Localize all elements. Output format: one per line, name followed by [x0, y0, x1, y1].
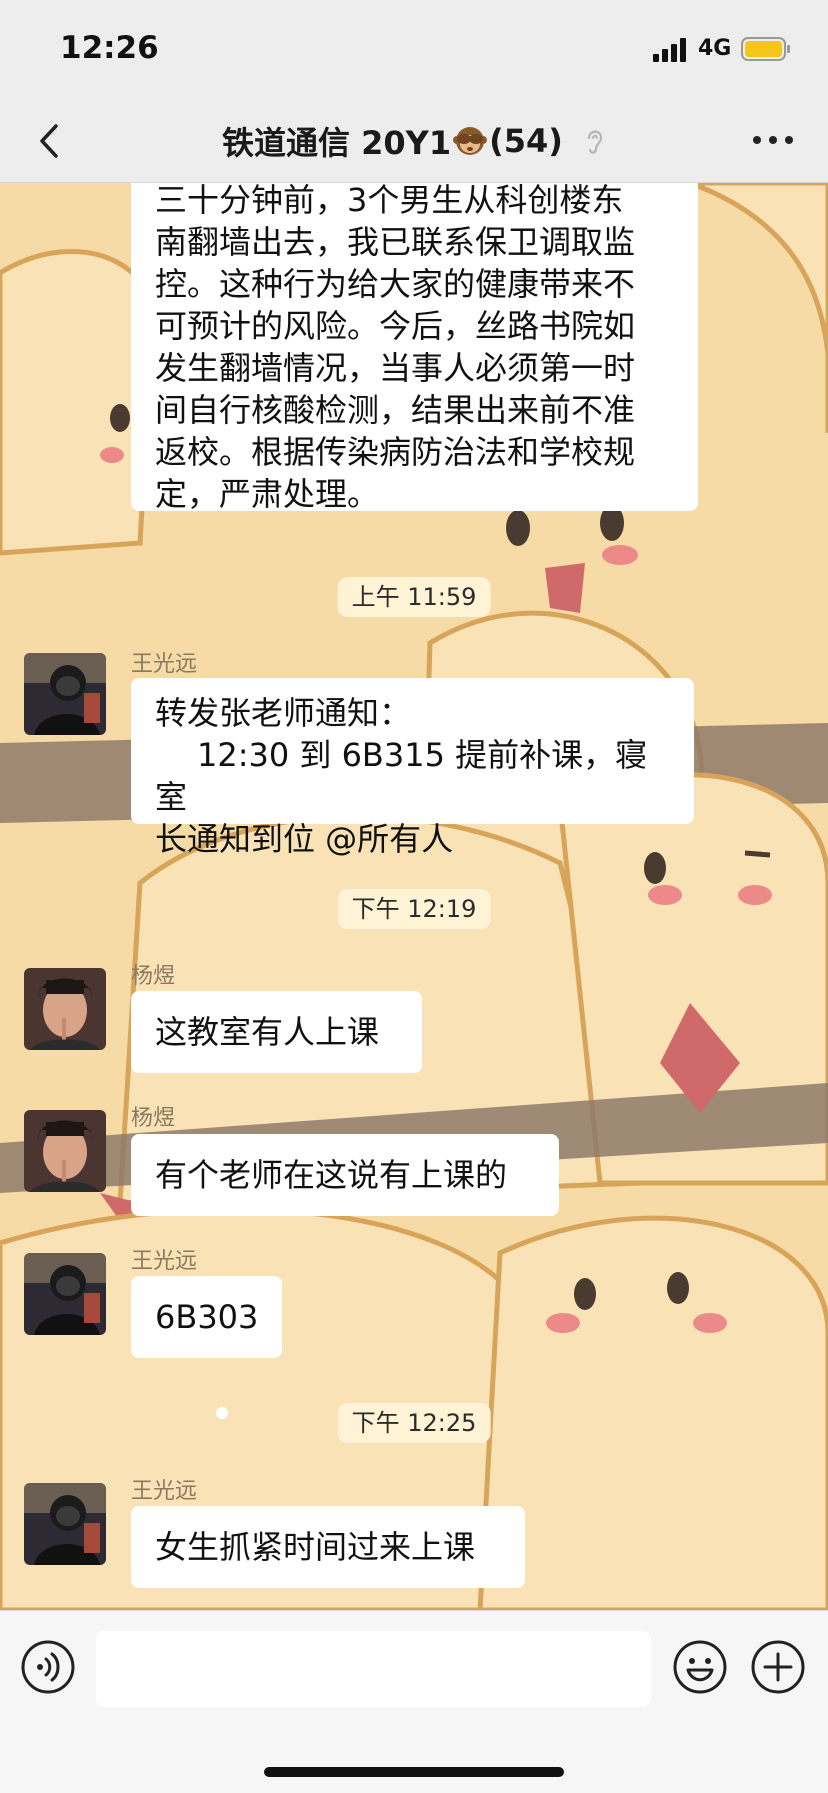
message-bubble[interactable]: 转发张老师通知： 12:30 到 6B315 提前补课，寝室 长通知到位 @所有…	[131, 678, 694, 858]
chat-title: 铁道通信 20Y1 (54)	[0, 118, 828, 164]
avatar[interactable]	[24, 1483, 106, 1565]
message-line: 定，严肃处理。	[155, 475, 380, 513]
message-bubble[interactable]: 有个老师在这说有上课的	[131, 1134, 559, 1216]
avatar[interactable]	[24, 1253, 106, 1335]
voice-icon[interactable]	[20, 1639, 76, 1695]
sender-name: 杨煜	[131, 964, 176, 989]
message-bubble[interactable]: 这教室有人上课	[131, 991, 422, 1073]
message-bubble[interactable]: 女生抓紧时间过来上课	[131, 1506, 525, 1588]
timestamp: 下午 12:19	[337, 889, 491, 929]
timestamp: 上午 11:59	[337, 577, 491, 617]
message-line: 返校。根据传染病防治法和学校规	[155, 433, 636, 471]
message-line: 女生抓紧时间过来上课	[155, 1528, 476, 1566]
timestamp: 下午 12:25	[337, 1403, 491, 1443]
input-bar	[0, 1610, 828, 1793]
avatar[interactable]	[24, 653, 106, 735]
battery-icon	[741, 37, 790, 61]
message-line: 6B303	[155, 1298, 259, 1336]
message-line: 有个老师在这说有上课的	[155, 1156, 508, 1194]
avatar-image	[24, 968, 106, 1050]
avatar-image	[24, 1253, 106, 1335]
sender-name: 王光远	[131, 1479, 198, 1504]
member-count: (54)	[489, 122, 563, 160]
message-bubble[interactable]: 6B303	[131, 1276, 282, 1358]
message-line: 长通知到位 @所有人	[155, 820, 454, 858]
message-line: 间自行核酸检测，结果出来前不准	[155, 391, 636, 429]
chat-area[interactable]: 三十分钟前，3个男生从科创楼东 南翻墙出去，我已联系保卫调取监 控。这种行为给大…	[0, 183, 828, 1610]
chat-title-text: 铁道通信 20Y1	[221, 124, 452, 162]
message-list: 三十分钟前，3个男生从科创楼东 南翻墙出去，我已联系保卫调取监 控。这种行为给大…	[0, 183, 828, 1610]
signal-icon	[653, 38, 686, 62]
message-line: 发生翻墙情况，当事人必须第一时	[155, 349, 636, 387]
message-line: 三十分钟前，3个男生从科创楼东	[155, 183, 624, 219]
home-indicator[interactable]	[264, 1767, 564, 1777]
status-time: 12:26	[60, 30, 159, 66]
sender-name: 杨煜	[131, 1106, 176, 1131]
sender-name: 王光远	[131, 652, 198, 677]
ear-icon	[587, 130, 603, 154]
message-line: 转发张老师通知：	[155, 694, 412, 732]
avatar[interactable]	[24, 1110, 106, 1192]
network-type: 4G	[698, 36, 732, 61]
more-dots-icon[interactable]	[748, 122, 798, 158]
plus-icon[interactable]	[750, 1639, 806, 1695]
status-bar: 12:26 4G	[0, 0, 828, 100]
message-line: 南翻墙出去，我已联系保卫调取监	[155, 223, 636, 261]
message-line: 12:30 到 6B315 提前补课，寝室	[155, 736, 648, 816]
see-no-evil-monkey-icon	[453, 127, 488, 155]
message-line: 可预计的风险。今后，丝路书院如	[155, 307, 636, 345]
message-line: 控。这种行为给大家的健康带来不	[155, 265, 636, 303]
sender-name: 王光远	[131, 1249, 198, 1274]
message-input[interactable]	[96, 1631, 651, 1707]
avatar-image	[24, 653, 106, 735]
avatar[interactable]	[24, 968, 106, 1050]
avatar-image	[24, 1483, 106, 1565]
message-line: 这教室有人上课	[155, 1013, 380, 1051]
emoji-icon[interactable]	[672, 1639, 728, 1695]
message-bubble[interactable]: 三十分钟前，3个男生从科创楼东 南翻墙出去，我已联系保卫调取监 控。这种行为给大…	[131, 183, 698, 513]
chat-header: 铁道通信 20Y1 (54)	[0, 100, 828, 183]
avatar-image	[24, 1110, 106, 1192]
